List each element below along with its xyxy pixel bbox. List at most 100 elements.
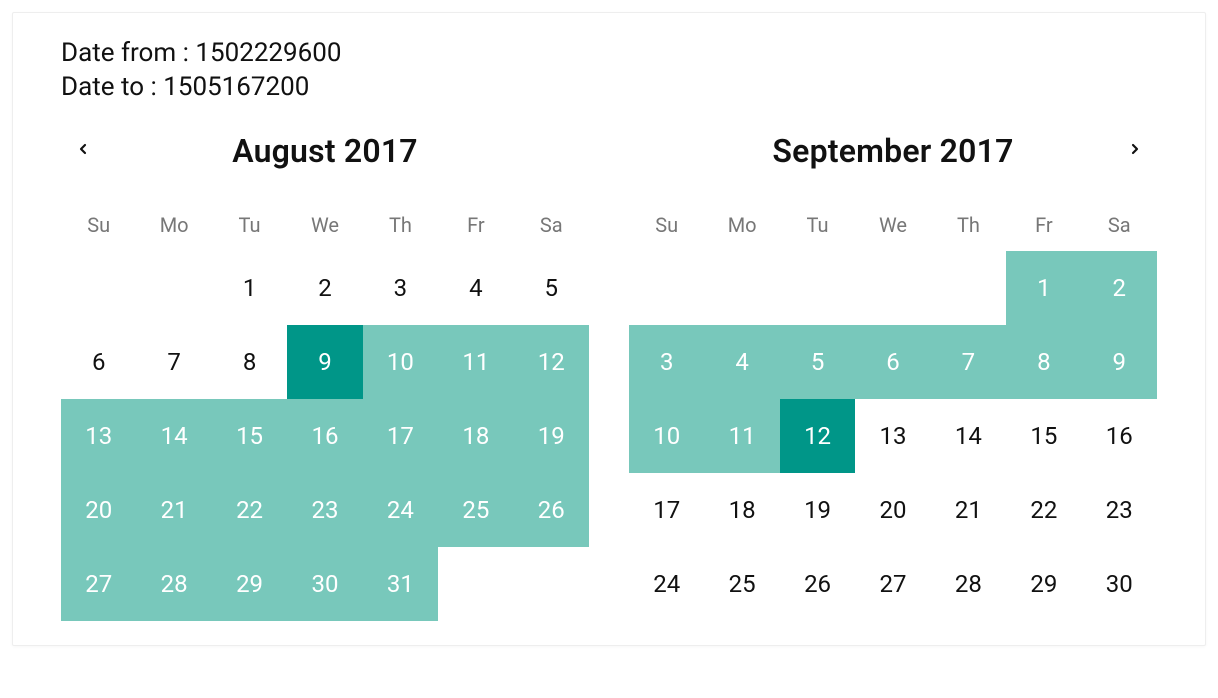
day-cell[interactable]: 8 (1006, 325, 1081, 399)
day-cell[interactable]: 3 (363, 251, 438, 325)
date-readout: Date from : 1502229600 Date to : 1505167… (61, 37, 1185, 105)
weekday-header: Fr (438, 213, 513, 251)
day-cell[interactable]: 6 (855, 325, 930, 399)
day-cell[interactable]: 6 (61, 325, 136, 399)
day-empty (136, 251, 211, 325)
day-cell[interactable]: 5 (780, 325, 855, 399)
day-empty (780, 251, 855, 325)
day-cell[interactable]: 1 (212, 251, 287, 325)
month-title-right: September 2017 (772, 132, 1013, 170)
day-cell[interactable]: 20 (855, 473, 930, 547)
day-cell[interactable]: 9 (1082, 325, 1157, 399)
day-cell[interactable]: 19 (780, 473, 855, 547)
day-cell[interactable]: 3 (629, 325, 704, 399)
day-cell[interactable]: 22 (1006, 473, 1081, 547)
day-cell[interactable]: 21 (931, 473, 1006, 547)
calendars: August 2017 SuMoTuWeThFrSa12345678910111… (61, 123, 1157, 621)
day-cell[interactable]: 21 (136, 473, 211, 547)
day-cell[interactable]: 25 (438, 473, 513, 547)
day-empty (855, 251, 930, 325)
day-cell[interactable]: 22 (212, 473, 287, 547)
day-cell[interactable]: 9 (287, 325, 362, 399)
day-cell[interactable]: 12 (514, 325, 589, 399)
date-to-line: Date to : 1505167200 (61, 71, 1185, 105)
weekday-header: Su (61, 213, 136, 251)
day-cell[interactable]: 19 (514, 399, 589, 473)
day-cell[interactable]: 24 (629, 547, 704, 621)
day-cell[interactable]: 7 (931, 325, 1006, 399)
day-cell[interactable]: 29 (1006, 547, 1081, 621)
day-cell[interactable]: 31 (363, 547, 438, 621)
day-cell[interactable]: 2 (1082, 251, 1157, 325)
day-cell[interactable]: 25 (704, 547, 779, 621)
day-cell[interactable]: 29 (212, 547, 287, 621)
day-cell[interactable]: 27 (61, 547, 136, 621)
day-cell[interactable]: 8 (212, 325, 287, 399)
date-from-value: 1502229600 (195, 38, 341, 68)
day-empty (61, 251, 136, 325)
day-cell[interactable]: 11 (704, 399, 779, 473)
day-empty (931, 251, 1006, 325)
weekday-header: Mo (136, 213, 211, 251)
day-cell[interactable]: 14 (931, 399, 1006, 473)
day-cell[interactable]: 17 (363, 399, 438, 473)
day-cell[interactable]: 14 (136, 399, 211, 473)
month-header-right: September 2017 (629, 123, 1157, 179)
weekday-header: Su (629, 213, 704, 251)
day-cell[interactable]: 18 (704, 473, 779, 547)
day-cell[interactable]: 10 (629, 399, 704, 473)
day-cell[interactable]: 13 (855, 399, 930, 473)
day-empty (704, 251, 779, 325)
day-cell[interactable]: 16 (287, 399, 362, 473)
day-cell[interactable]: 30 (1082, 547, 1157, 621)
day-cell[interactable]: 12 (780, 399, 855, 473)
day-cell[interactable]: 26 (514, 473, 589, 547)
chevron-right-icon (1127, 141, 1143, 161)
weekday-header: Mo (704, 213, 779, 251)
day-empty (629, 251, 704, 325)
weekday-header: Sa (1082, 213, 1157, 251)
weekday-header: Tu (780, 213, 855, 251)
day-cell[interactable]: 18 (438, 399, 513, 473)
day-cell[interactable]: 23 (287, 473, 362, 547)
day-cell[interactable]: 2 (287, 251, 362, 325)
day-cell[interactable]: 26 (780, 547, 855, 621)
day-cell[interactable]: 5 (514, 251, 589, 325)
day-cell[interactable]: 28 (136, 547, 211, 621)
grid-right: SuMoTuWeThFrSa12345678910111213141516171… (629, 213, 1157, 621)
weekday-header: Th (363, 213, 438, 251)
day-cell[interactable]: 15 (212, 399, 287, 473)
date-to-label: Date to : (61, 72, 163, 102)
next-month-button[interactable] (1117, 133, 1153, 169)
month-header-left: August 2017 (61, 123, 589, 179)
day-cell[interactable]: 30 (287, 547, 362, 621)
chevron-left-icon (75, 141, 91, 161)
prev-month-button[interactable] (65, 133, 101, 169)
weekday-header: We (287, 213, 362, 251)
day-cell[interactable]: 23 (1082, 473, 1157, 547)
day-cell[interactable]: 7 (136, 325, 211, 399)
day-cell[interactable]: 27 (855, 547, 930, 621)
day-cell[interactable]: 17 (629, 473, 704, 547)
date-from-line: Date from : 1502229600 (61, 37, 1185, 71)
calendar-left: August 2017 SuMoTuWeThFrSa12345678910111… (61, 123, 589, 621)
weekday-header: Th (931, 213, 1006, 251)
day-cell[interactable]: 15 (1006, 399, 1081, 473)
weekday-header: Tu (212, 213, 287, 251)
day-cell[interactable]: 1 (1006, 251, 1081, 325)
weekday-header: We (855, 213, 930, 251)
day-cell[interactable]: 11 (438, 325, 513, 399)
day-cell[interactable]: 4 (704, 325, 779, 399)
date-from-label: Date from : (61, 38, 195, 68)
day-cell[interactable]: 16 (1082, 399, 1157, 473)
day-cell[interactable]: 28 (931, 547, 1006, 621)
day-cell[interactable]: 10 (363, 325, 438, 399)
day-cell[interactable]: 24 (363, 473, 438, 547)
day-cell[interactable]: 4 (438, 251, 513, 325)
calendar-right: September 2017 SuMoTuWeThFrSa12345678910… (629, 123, 1157, 621)
date-range-picker: Date from : 1502229600 Date to : 1505167… (12, 12, 1206, 646)
date-to-value: 1505167200 (163, 72, 309, 102)
day-cell[interactable]: 20 (61, 473, 136, 547)
weekday-header: Fr (1006, 213, 1081, 251)
day-cell[interactable]: 13 (61, 399, 136, 473)
